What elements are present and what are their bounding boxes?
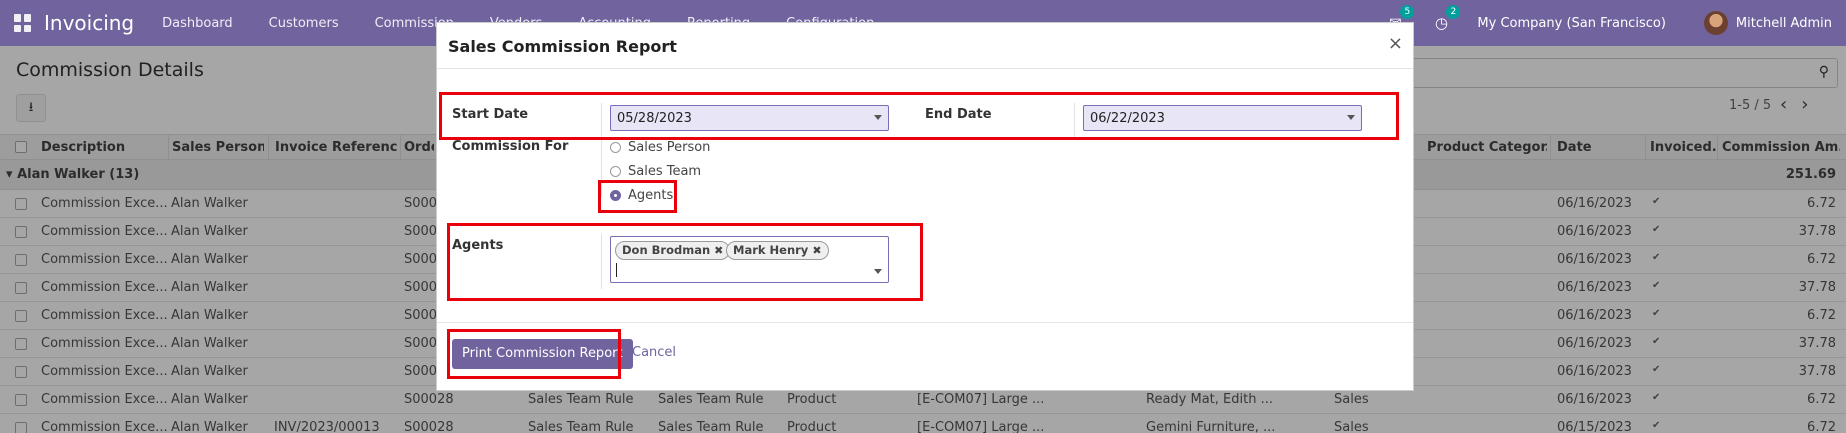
modal-header: Sales Commission Report × — [437, 23, 1413, 69]
highlight-agents-option — [598, 180, 677, 213]
avatar[interactable] — [1703, 11, 1728, 35]
radio-sales-team[interactable]: Sales Team — [610, 164, 701, 179]
radio-sales-person[interactable]: Sales Person — [610, 140, 710, 155]
company-switcher[interactable]: My Company (San Francisco) — [1477, 16, 1665, 31]
activities-badge: 2 — [1446, 5, 1461, 19]
highlight-date-range — [439, 92, 1399, 140]
cancel-button[interactable]: Cancel — [632, 345, 676, 360]
app-name[interactable]: Invoicing — [44, 11, 134, 35]
highlight-print-button — [447, 329, 621, 379]
radio-button[interactable] — [610, 166, 621, 177]
highlight-agents-field — [447, 223, 923, 301]
menu-dashboard[interactable]: Dashboard — [162, 16, 233, 31]
modal-title: Sales Commission Report — [448, 37, 677, 56]
activities-icon[interactable]: ◷ 2 — [1431, 5, 1461, 33]
user-menu[interactable]: Mitchell Admin — [1736, 16, 1832, 31]
close-icon[interactable]: × — [1388, 33, 1403, 54]
messages-badge: 5 — [1400, 5, 1415, 19]
apps-menu-icon[interactable] — [14, 14, 32, 32]
radio-button[interactable] — [610, 142, 621, 153]
menu-customers[interactable]: Customers — [269, 16, 339, 31]
commission-for-label: Commission For — [452, 139, 569, 154]
